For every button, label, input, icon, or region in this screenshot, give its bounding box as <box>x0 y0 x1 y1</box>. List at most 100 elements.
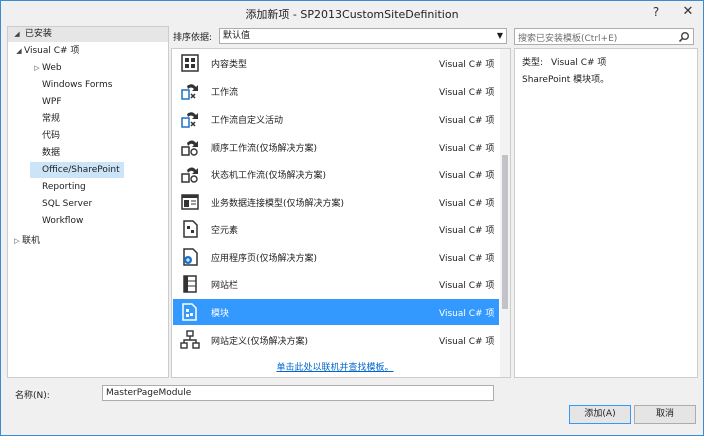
template-language: Visual C# 项 <box>439 199 495 209</box>
template-list: 内容类型 Visual C# 项工作流 Visual C# 项工作流自定义活动 Vis… <box>171 48 511 378</box>
template-name: 网站栏 <box>211 281 239 291</box>
cancel-button[interactable]: 取消 <box>634 405 696 424</box>
tree-item-10[interactable]: Workflow <box>32 213 83 229</box>
name-label: 名称(N): <box>15 391 50 401</box>
template-language: Visual C# 项 <box>439 226 495 236</box>
template-name: 顺序工作流(仅场解决方案) <box>211 144 318 154</box>
template-item-10[interactable]: 网站定义(仅场解决方案) Visual C# 项 <box>173 327 499 353</box>
list-scrollbar[interactable] <box>500 49 510 377</box>
template-name: 模块 <box>211 309 230 319</box>
template-item-3[interactable]: 顺序工作流(仅场解决方案) Visual C# 项 <box>173 134 499 160</box>
detail-type-value: Visual C# 项 <box>551 58 607 68</box>
collapse-arrow-icon[interactable]: ◢ <box>12 26 22 42</box>
template-language: Visual C# 项 <box>439 88 495 98</box>
tree-item-label: WPF <box>42 97 62 107</box>
search-icon[interactable] <box>678 31 690 43</box>
template-language: Visual C# 项 <box>439 171 495 181</box>
tree-item-4[interactable]: 常规 <box>32 111 60 127</box>
search-input[interactable]: 搜索已安装模板(Ctrl+E) <box>514 28 694 45</box>
tree-item-label: Workflow <box>42 216 84 226</box>
state-machine-workflow-icon <box>181 167 198 183</box>
tree-item-1[interactable]: ▷ Web <box>32 60 62 76</box>
empty-element-icon <box>183 220 198 238</box>
template-item-2[interactable]: 工作流自定义活动 Visual C# 项 <box>173 106 499 132</box>
template-item-9[interactable]: 模块 Visual C# 项 <box>173 299 499 325</box>
template-item-1[interactable]: 工作流 Visual C# 项 <box>173 78 499 104</box>
content-type-icon <box>181 54 199 72</box>
template-item-0[interactable]: 内容类型 Visual C# 项 <box>173 50 499 76</box>
template-name: 网站定义(仅场解决方案) <box>211 337 309 347</box>
template-language: Visual C# 项 <box>439 309 495 319</box>
sort-bar: 排序依据: 默认值 ▼ <box>173 27 545 47</box>
tree-item-8[interactable]: Reporting <box>32 179 86 195</box>
sequential-workflow-icon <box>181 140 198 156</box>
template-name: 状态机工作流(仅场解决方案) <box>211 171 327 181</box>
expand-arrow-icon[interactable]: ▷ <box>32 60 42 76</box>
template-language: Visual C# 项 <box>439 337 495 347</box>
help-button[interactable]: ? <box>643 2 669 22</box>
workflow-icon <box>181 84 198 100</box>
template-detail-pane: 类型: Visual C# 项 SharePoint 模块项。 <box>514 48 698 378</box>
template-language: Visual C# 项 <box>439 144 495 154</box>
workflow-activity-icon <box>181 112 198 128</box>
online-templates-link[interactable]: 单击此处以联机并查找模板。 <box>172 360 498 373</box>
template-item-4[interactable]: 状态机工作流(仅场解决方案) Visual C# 项 <box>173 161 499 187</box>
application-page-icon <box>183 248 198 266</box>
expand-arrow-icon[interactable]: ▷ <box>12 233 22 249</box>
tree-item-label: SQL Server <box>42 199 93 209</box>
tree-item-6[interactable]: 数据 <box>32 145 60 161</box>
add-new-item-dialog: 添加新项 - SP2013CustomSiteDefinition ? ✕ ◢ … <box>0 0 704 436</box>
sort-dropdown[interactable]: 默认值 ▼ <box>219 28 507 44</box>
tree-item-2[interactable]: Windows Forms <box>32 77 112 93</box>
site-definition-icon <box>180 330 200 349</box>
detail-description: SharePoint 模块项。 <box>522 75 610 85</box>
title-bar: 添加新项 - SP2013CustomSiteDefinition ? ✕ <box>1 1 703 25</box>
tree-item-0[interactable]: ◢ Visual C# 项 <box>14 43 79 59</box>
template-language: Visual C# 项 <box>439 281 495 291</box>
template-language: Visual C# 项 <box>439 60 495 70</box>
tree-item-5[interactable]: 代码 <box>32 128 60 144</box>
scrollbar-thumb[interactable] <box>502 155 508 309</box>
tree-item-label: Web <box>42 63 62 73</box>
template-language: Visual C# 项 <box>439 254 495 264</box>
template-language: Visual C# 项 <box>439 116 495 126</box>
template-name: 业务数据连接模型(仅场解决方案) <box>211 199 345 209</box>
tree-header-label: 已安装 <box>24 29 52 39</box>
tree-item-9[interactable]: SQL Server <box>32 196 92 212</box>
tree-item-label: 联机 <box>22 236 41 246</box>
template-item-8[interactable]: 网站栏 Visual C# 项 <box>173 271 499 297</box>
site-column-icon <box>183 275 197 293</box>
add-button[interactable]: 添加(A) <box>569 405 631 424</box>
tree-header[interactable]: ◢ 已安装 <box>8 27 168 42</box>
tree-item-label: Office/SharePoint <box>42 165 120 175</box>
expand-arrow-icon[interactable]: ◢ <box>14 43 24 59</box>
template-name: 工作流自定义活动 <box>211 116 284 126</box>
tree-item-3[interactable]: WPF <box>32 94 62 110</box>
template-name: 空元素 <box>211 226 239 236</box>
template-item-7[interactable]: 应用程序页(仅场解决方案) Visual C# 项 <box>173 244 499 270</box>
template-item-6[interactable]: 空元素 Visual C# 项 <box>173 216 499 242</box>
chevron-down-icon: ▼ <box>496 31 503 40</box>
detail-type-label: 类型: <box>522 58 544 68</box>
tree-header-row: ◢ 已安装 <box>12 26 52 42</box>
template-name: 内容类型 <box>211 60 248 70</box>
dialog-title: 添加新项 - SP2013CustomSiteDefinition <box>245 8 459 21</box>
template-name: 工作流 <box>211 88 239 98</box>
tree-item-label: 代码 <box>42 131 61 141</box>
tree-item-label: Visual C# 项 <box>24 46 80 56</box>
module-icon <box>182 303 197 321</box>
sort-label: 排序依据: <box>173 33 213 43</box>
tree-item-label: 数据 <box>42 148 61 158</box>
tree-item-label: 常规 <box>42 114 61 124</box>
template-category-tree: ◢ 已安装 ◢ Visual C# 项 ▷ Web Windows Forms WPF 常规… <box>7 26 169 378</box>
tree-item-11[interactable]: ▷ 联机 <box>12 233 40 249</box>
bdc-model-icon <box>181 194 199 210</box>
close-button[interactable]: ✕ <box>673 2 703 22</box>
template-item-5[interactable]: 业务数据连接模型(仅场解决方案) Visual C# 项 <box>173 189 499 215</box>
name-field[interactable]: MasterPageModule <box>102 385 494 401</box>
sort-value: 默认值 <box>223 31 251 41</box>
tree-item-label: Windows Forms <box>42 80 113 90</box>
template-name: 应用程序页(仅场解决方案) <box>211 254 318 264</box>
tree-item-label: Reporting <box>42 182 86 192</box>
tree-item-7[interactable]: Office/SharePoint <box>30 162 124 178</box>
